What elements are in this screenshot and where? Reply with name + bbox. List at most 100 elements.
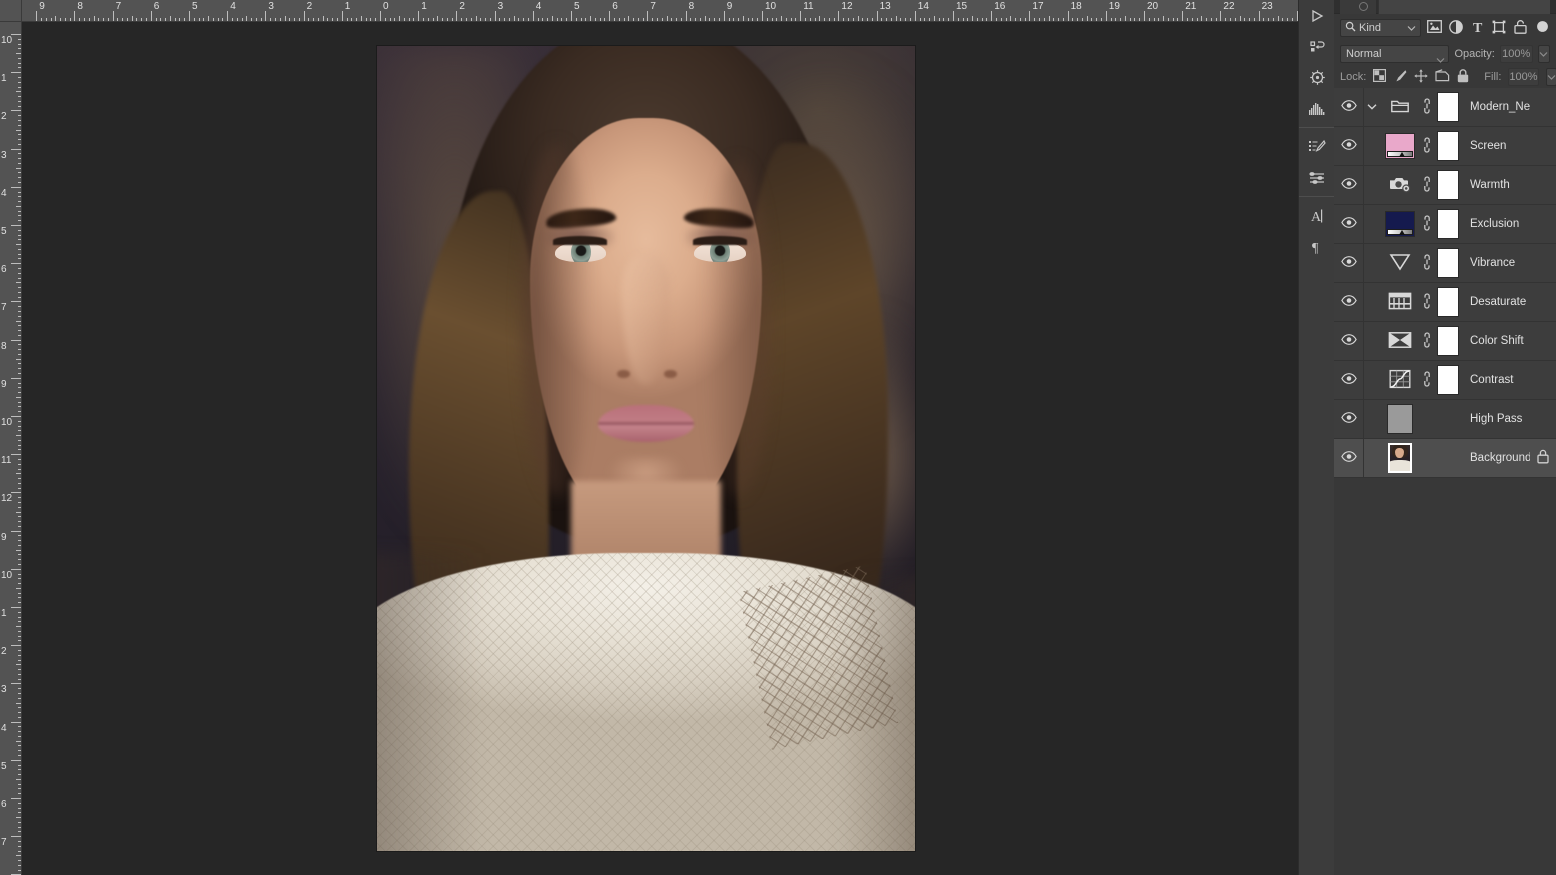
vertical-ruler[interactable]: 1012345678910111291012345678 [0, 22, 22, 875]
artboard[interactable] [377, 46, 915, 851]
layer-mask [1437, 170, 1459, 200]
group-expand-toggle[interactable] [1364, 101, 1380, 113]
layer-name[interactable]: Modern_Neutral [1462, 101, 1530, 113]
layer-mask-thumbnail[interactable] [1434, 131, 1462, 161]
layer-row[interactable]: Contrast [1334, 360, 1556, 400]
layer-mask-thumbnail[interactable] [1434, 365, 1462, 395]
ruler-tick [11, 72, 21, 74]
ruler-label: 7 [1, 837, 7, 849]
character-panel-button[interactable]: A [1299, 200, 1335, 231]
lock-artboard-nesting[interactable] [1435, 69, 1450, 85]
layer-row[interactable]: Modern_Neutral [1334, 87, 1556, 127]
filter-adjustment[interactable] [1448, 19, 1464, 37]
layer-visibility-toggle[interactable] [1334, 438, 1364, 478]
lock-transparent-pixels[interactable] [1373, 69, 1387, 85]
ruler-label: 11 [803, 1, 814, 12]
layer-name[interactable]: Screen [1462, 140, 1530, 152]
fill-stepper[interactable] [1545, 68, 1556, 86]
layer-thumbnail[interactable] [1380, 291, 1420, 314]
lock-all[interactable] [1457, 68, 1469, 85]
layer-list[interactable]: Modern_Neutral Screen Warmth Exclusion Vibra… [1334, 87, 1556, 478]
lock-image-pixels[interactable] [1393, 69, 1407, 85]
layer-mask-link-toggle[interactable] [1420, 331, 1434, 351]
layer-row[interactable]: Color Shift [1334, 321, 1556, 361]
layer-mask-link-toggle[interactable] [1420, 175, 1434, 195]
layer-thumbnail[interactable] [1380, 211, 1420, 237]
opacity-stepper[interactable] [1537, 45, 1550, 63]
layer-kind-filter[interactable]: Kind [1340, 19, 1421, 37]
layer-mask-link-toggle[interactable] [1420, 97, 1434, 117]
ruler-label: 15 [956, 1, 968, 12]
layer-mask-link-toggle[interactable] [1420, 253, 1434, 273]
filter-shape[interactable] [1491, 19, 1507, 37]
layer-name[interactable]: High Pass [1462, 413, 1530, 425]
layer-visibility-toggle[interactable] [1334, 87, 1364, 127]
blend-mode-select[interactable]: Normal [1340, 45, 1450, 63]
layer-row[interactable]: High Pass [1334, 399, 1556, 439]
layer-thumbnail[interactable] [1380, 174, 1420, 197]
layer-mask-link-toggle[interactable] [1420, 292, 1434, 312]
layer-thumbnail[interactable] [1380, 252, 1420, 275]
lock-position[interactable] [1414, 68, 1428, 85]
layer-mask-link-toggle[interactable] [1420, 214, 1434, 234]
panel-tab-inactive[interactable] [1340, 0, 1376, 14]
layer-row[interactable]: Exclusion [1334, 204, 1556, 244]
opacity-input[interactable]: 100% [1499, 45, 1533, 63]
layer-name[interactable]: Color Shift [1462, 335, 1530, 347]
layer-visibility-toggle[interactable] [1334, 321, 1364, 361]
history-panel-button[interactable] [1299, 31, 1335, 62]
paragraph-panel-button[interactable]: ¶ [1299, 231, 1335, 262]
layer-row[interactable]: Vibrance [1334, 243, 1556, 283]
dock-divider-2 [1299, 196, 1335, 197]
layer-thumbnail[interactable] [1380, 443, 1420, 473]
layer-mask-thumbnail[interactable] [1434, 209, 1462, 239]
brush-presets-panel-button[interactable] [1299, 131, 1335, 162]
layer-name[interactable]: Background [1462, 452, 1530, 464]
layer-name[interactable]: Warmth [1462, 179, 1530, 191]
brush-settings-icon [1308, 170, 1326, 185]
layer-mask-link-toggle[interactable] [1420, 370, 1434, 390]
ruler-label: 16 [994, 1, 1006, 12]
filter-pixel[interactable] [1427, 19, 1443, 37]
adjustments-panel-button[interactable] [1299, 62, 1335, 93]
histogram-panel-button[interactable] [1299, 93, 1335, 124]
layer-visibility-toggle[interactable] [1334, 360, 1364, 400]
actions-panel-button[interactable] [1299, 0, 1335, 31]
ruler-label: 1 [344, 1, 351, 12]
panel-tab-layers[interactable] [1378, 0, 1550, 14]
layer-mask-thumbnail[interactable] [1434, 248, 1462, 278]
layer-thumbnail[interactable] [1380, 369, 1420, 392]
layer-mask-thumbnail[interactable] [1434, 92, 1462, 122]
layer-name[interactable]: Vibrance [1462, 257, 1530, 269]
layer-visibility-toggle[interactable] [1334, 399, 1364, 439]
filter-type[interactable]: T [1470, 19, 1486, 37]
layer-visibility-toggle[interactable] [1334, 165, 1364, 205]
layer-row[interactable]: Screen [1334, 126, 1556, 166]
layer-visibility-toggle[interactable] [1334, 204, 1364, 244]
layer-thumbnail[interactable] [1380, 330, 1420, 353]
layer-thumbnail[interactable] [1380, 99, 1420, 116]
canvas-area[interactable] [22, 22, 1298, 875]
layer-thumbnail[interactable] [1380, 404, 1420, 434]
layer-name[interactable]: Desaturate [1462, 296, 1530, 308]
layer-name[interactable]: Exclusion [1462, 218, 1530, 230]
layer-row[interactable]: Warmth [1334, 165, 1556, 205]
filter-smart-object[interactable] [1513, 19, 1529, 37]
layer-mask-thumbnail[interactable] [1434, 326, 1462, 356]
layer-visibility-toggle[interactable] [1334, 282, 1364, 322]
horizontal-ruler[interactable]: 9 8 7 6 5 4 3 2 1 0 1 2 3 4 5 6 7 8 9 10 11 12 13 14 15 16 17 18 19 2… [22, 0, 1298, 22]
layer-mask-thumbnail[interactable] [1434, 287, 1462, 317]
layer-row[interactable]: Desaturate [1334, 282, 1556, 322]
magnifier-icon [1345, 21, 1356, 35]
brush-settings-panel-button[interactable] [1299, 162, 1335, 193]
layer-name[interactable]: Contrast [1462, 374, 1530, 386]
layer-thumbnail[interactable] [1380, 133, 1420, 159]
panel-dock-strip: A ¶ [1298, 0, 1335, 875]
layer-row[interactable]: Background [1334, 438, 1556, 478]
layer-visibility-toggle[interactable] [1334, 126, 1364, 166]
layer-mask-link-toggle[interactable] [1420, 136, 1434, 156]
layer-visibility-toggle[interactable] [1334, 243, 1364, 283]
fill-input[interactable]: 100% [1508, 68, 1539, 86]
layer-mask-thumbnail[interactable] [1434, 170, 1462, 200]
filter-toggle-icon-button[interactable] [1534, 19, 1550, 37]
